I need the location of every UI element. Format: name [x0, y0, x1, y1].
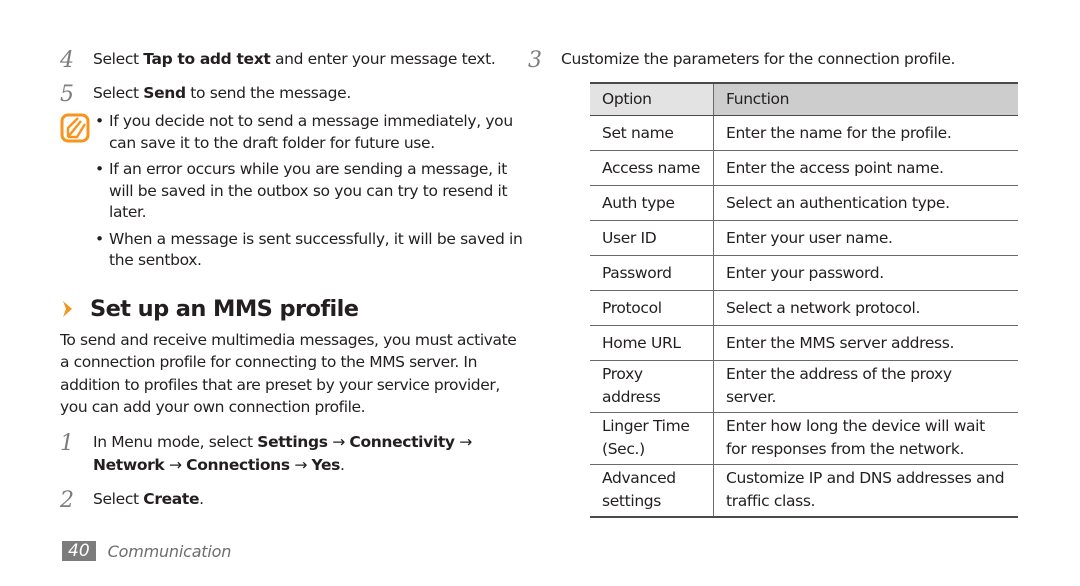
option-cell: Advanced settings — [590, 464, 714, 518]
option-cell: Access name — [590, 150, 714, 186]
step-number: 1 — [60, 430, 74, 456]
step-text: . — [340, 455, 345, 474]
note-bullet: • If you decide not to send a message imm… — [95, 112, 513, 152]
function-cell: Enter your user name. — [713, 220, 1018, 256]
bullet-text: When a message is sent successfully, it … — [109, 229, 523, 270]
step-number: 2 — [60, 487, 74, 513]
note-block: • If you decide not to send a message imm… — [60, 111, 530, 272]
page-footer: 40 Communication — [62, 541, 231, 561]
menu-path-item: Network — [93, 455, 165, 474]
menu-path-item: Settings — [257, 432, 328, 451]
step-text: In Menu mode, select — [93, 432, 258, 451]
note-bullet: • If an error occurs while you are sendin… — [95, 160, 508, 221]
chevron-right-icon — [63, 300, 72, 317]
step-text: and enter your message text. — [270, 50, 496, 68]
step-number: 5 — [60, 82, 74, 107]
section-heading: Set up an MMS profile — [60, 295, 530, 323]
arrow-icon: → — [459, 432, 472, 451]
step-keyword: Create — [143, 489, 200, 508]
table-header-row: Option Function — [590, 82, 1018, 116]
arrow-icon: → — [332, 432, 345, 451]
table-row: Advanced settings Customize IP and DNS ad… — [590, 464, 1018, 518]
step-text: Customize the parameters for the connect… — [561, 50, 956, 68]
page-number: 40 — [62, 541, 96, 561]
table-row: User ID Enter your user name. — [590, 220, 1018, 256]
bullet-text: If you decide not to send a message imme… — [109, 112, 513, 152]
note-pencil-icon — [60, 113, 90, 143]
function-cell: Select an authentication type. — [713, 185, 1018, 221]
left-column: 4 Select Tap to add text and enter your … — [60, 48, 530, 513]
table-row: Protocol Select a network protocol. — [590, 290, 1018, 326]
table-row: Home URL Enter the MMS server address. — [590, 325, 1018, 361]
option-cell: Home URL — [590, 325, 714, 361]
step-1: 1 In Menu mode, select Settings → Connec… — [60, 431, 530, 477]
step-number: 3 — [528, 48, 542, 73]
menu-path-item: Yes — [311, 455, 341, 474]
table-row: Set name Enter the name for the profile. — [590, 115, 1018, 151]
step-text: Select — [93, 50, 144, 68]
header-function: Function — [713, 82, 1018, 116]
bullet-text: If an error occurs while you are sending… — [109, 160, 508, 221]
footer-section-label: Communication — [107, 541, 232, 561]
header-option: Option — [590, 82, 714, 116]
step-5: 5 Select Send to send the message. — [60, 82, 530, 107]
option-cell: User ID — [590, 220, 714, 256]
table-row: Auth type Select an authentication type. — [590, 185, 1018, 221]
function-cell: Enter the name for the profile. — [713, 115, 1018, 151]
function-cell: Enter how long the device will wait for … — [713, 412, 1018, 465]
step-keyword: Tap to add text — [143, 50, 271, 68]
option-cell: Set name — [590, 115, 714, 151]
table-row: Password Enter your password. — [590, 255, 1018, 291]
section-intro: To send and receive multimedia messages,… — [60, 330, 517, 417]
arrow-icon: → — [294, 455, 307, 474]
table-row: Proxy address Enter the address of the pr… — [590, 360, 1018, 413]
function-cell: Enter your password. — [713, 255, 1018, 291]
step-3: 3 Customize the parameters for the conne… — [528, 48, 1023, 73]
step-4: 4 Select Tap to add text and enter your … — [60, 48, 530, 73]
step-2: 2 Select Create. — [60, 487, 530, 513]
section-title: Set up an MMS profile — [90, 295, 359, 322]
option-cell: Auth type — [590, 185, 714, 221]
table-row: Access name Enter the access point name. — [590, 150, 1018, 186]
option-cell: Password — [590, 255, 714, 291]
step-text: to send the message. — [185, 84, 351, 102]
note-bullets: • If you decide not to send a message imm… — [93, 111, 530, 272]
step-keyword: Send — [143, 84, 186, 102]
menu-path-item: Connections — [186, 455, 290, 474]
function-cell: Customize IP and DNS addresses and traff… — [713, 464, 1018, 518]
function-cell: Enter the MMS server address. — [713, 325, 1018, 361]
right-column: 3 Customize the parameters for the conne… — [528, 48, 1023, 518]
table-row: Linger Time (Sec.) Enter how long the dev… — [590, 412, 1018, 465]
menu-path-item: Connectivity — [349, 432, 455, 451]
step-text: Select — [93, 489, 144, 508]
function-cell: Enter the address of the proxy server. — [713, 360, 1018, 413]
step-text: Select — [93, 84, 144, 102]
option-cell: Linger Time (Sec.) — [590, 412, 714, 465]
option-cell: Proxy address — [590, 360, 714, 413]
step-number: 4 — [60, 48, 74, 73]
step-text: . — [199, 489, 204, 508]
profile-options-table: Option Function Set name Enter the name f… — [590, 82, 1018, 518]
function-cell: Enter the access point name. — [713, 150, 1018, 186]
option-cell: Protocol — [590, 290, 714, 326]
arrow-icon: → — [168, 455, 182, 474]
note-bullet: • When a message is sent successfully, it… — [95, 229, 523, 270]
function-cell: Select a network protocol. — [713, 290, 1018, 326]
